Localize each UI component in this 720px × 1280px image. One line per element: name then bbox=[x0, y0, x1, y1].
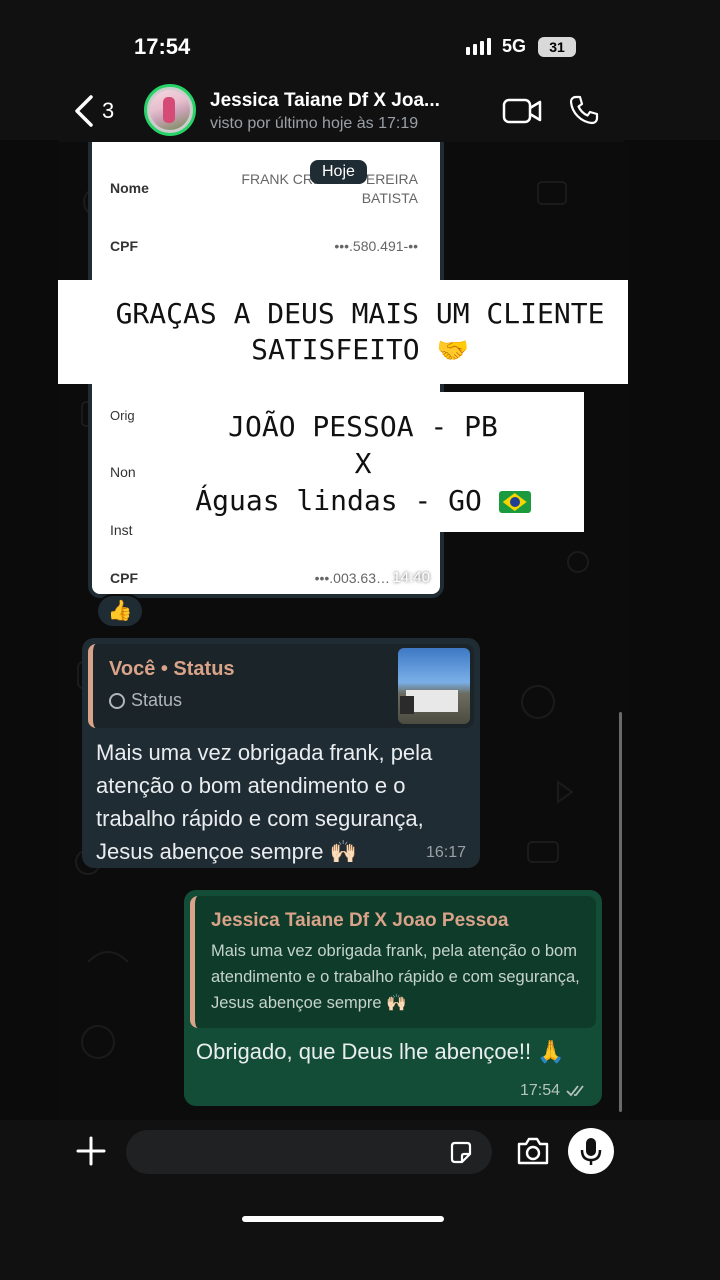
home-indicator[interactable] bbox=[242, 1216, 444, 1222]
back-unread-count[interactable]: 3 bbox=[102, 98, 114, 124]
sticker-icon[interactable] bbox=[448, 1140, 474, 1166]
clock: 17:54 bbox=[134, 34, 191, 59]
mic-button[interactable] bbox=[568, 1128, 614, 1174]
quote-title: Jessica Taiane Df X Joao Pessoa bbox=[211, 910, 509, 931]
phone-icon[interactable] bbox=[568, 94, 600, 126]
caption-line: SATISFEITO bbox=[251, 333, 420, 366]
doc-value: •••.580.491-•• bbox=[334, 238, 418, 254]
last-seen: visto por último hoje às 17:19 bbox=[210, 115, 419, 132]
status-thumbnail bbox=[398, 648, 470, 724]
battery-indicator: 31 bbox=[538, 37, 576, 57]
doc-value: •••.003.63… bbox=[314, 570, 390, 586]
route-from: JOÃO PESSOA - PB bbox=[228, 410, 498, 443]
message-time: 16:17 bbox=[425, 844, 466, 861]
brazil-flag-icon bbox=[498, 491, 531, 513]
doc-label: Non bbox=[110, 464, 136, 480]
chevron-left-icon[interactable] bbox=[72, 94, 96, 128]
doc-label: Inst bbox=[110, 522, 133, 538]
message-time: 17:54 bbox=[519, 1082, 560, 1099]
quote-text: Mais uma vez obrigada frank, pela atençã… bbox=[211, 942, 580, 1012]
caption-line: GRAÇAS A DEUS MAIS UM CLIENTE bbox=[115, 297, 605, 330]
message-text: Mais uma vez obrigada frank, pela atençã… bbox=[96, 740, 433, 864]
avatar[interactable] bbox=[144, 84, 196, 136]
plus-icon[interactable] bbox=[76, 1136, 106, 1166]
signal-icon bbox=[466, 38, 491, 55]
handshake-icon: 🤝 bbox=[436, 336, 469, 366]
outgoing-message[interactable]: Jessica Taiane Df X Joao Pessoa Mais uma… bbox=[184, 890, 602, 1106]
quoted-status[interactable]: Você • Status Status bbox=[88, 644, 474, 728]
side-gutter-right bbox=[624, 140, 720, 1120]
reaction-badge[interactable]: 👍 bbox=[96, 594, 144, 628]
mic-icon bbox=[580, 1138, 602, 1165]
quoted-message[interactable]: Jessica Taiane Df X Joao Pessoa Mais uma… bbox=[190, 896, 596, 1028]
status-icon bbox=[109, 692, 125, 709]
doc-label: CPF bbox=[110, 570, 138, 586]
doc-label: Orig bbox=[110, 408, 135, 423]
quote-title: Você • Status bbox=[109, 658, 235, 680]
message-time: 14:40 bbox=[392, 569, 430, 586]
scrollbar[interactable] bbox=[619, 712, 622, 1112]
double-check-icon bbox=[566, 1085, 584, 1097]
caption-banner: GRAÇAS A DEUS MAIS UM CLIENTE SATISFEITO… bbox=[58, 280, 628, 384]
camera-icon[interactable] bbox=[516, 1136, 550, 1166]
route-banner: JOÃO PESSOA - PB X Águas lindas - GO bbox=[142, 392, 584, 532]
quote-subtitle: Status bbox=[131, 690, 183, 710]
doc-label: Nome bbox=[110, 180, 149, 196]
route-separator: X bbox=[354, 447, 372, 480]
route-to: Águas lindas - GO bbox=[195, 484, 482, 517]
date-separator: Hoje bbox=[310, 160, 367, 184]
network-label: 5G bbox=[502, 36, 527, 56]
doc-label: CPF bbox=[110, 238, 138, 254]
composer-bar bbox=[0, 1120, 720, 1280]
video-call-icon[interactable] bbox=[502, 98, 542, 124]
chat-header: 3 Jessica Taiane Df X Joa... visto por ú… bbox=[58, 80, 628, 142]
chat-area[interactable]: Nome FRANK CRISTI… PEREIRA BATISTA CPF •… bbox=[58, 142, 628, 1120]
incoming-message[interactable]: Você • Status Status Mais uma vez obriga… bbox=[82, 638, 480, 868]
side-gutter-left bbox=[0, 140, 58, 1120]
status-bar: 17:54 5G 31 bbox=[0, 0, 720, 80]
message-text: Obrigado, que Deus lhe abençoe!! 🙏 bbox=[196, 1039, 565, 1064]
message-input[interactable] bbox=[126, 1130, 492, 1174]
contact-name[interactable]: Jessica Taiane Df X Joa... bbox=[210, 90, 440, 112]
